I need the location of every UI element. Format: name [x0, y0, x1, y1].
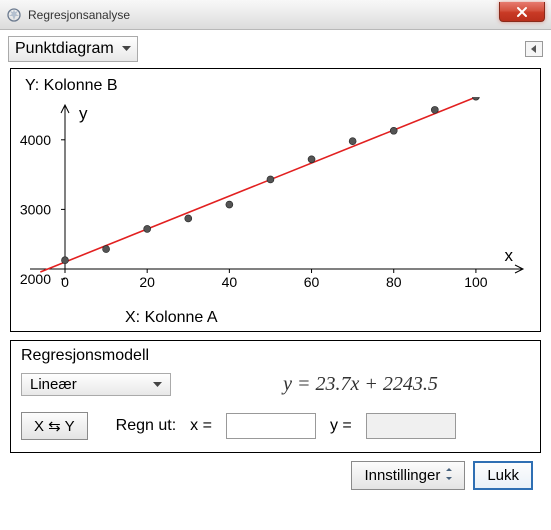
close-button[interactable]: Lukk: [473, 461, 533, 490]
x-equals-label: x =: [190, 417, 212, 435]
svg-text:0: 0: [61, 274, 69, 290]
svg-text:3000: 3000: [20, 201, 51, 217]
svg-text:40: 40: [222, 274, 238, 290]
chart-type-dropdown[interactable]: Punktdiagram: [8, 36, 138, 62]
settings-label: Innstillinger: [364, 467, 440, 484]
collapse-panel-button[interactable]: [525, 41, 543, 57]
window-title: Regresjonsanalyse: [28, 8, 130, 22]
regression-model-panel: Regresjonsmodell Lineær y = 23.7x + 2243…: [10, 340, 541, 453]
regression-type-value: Lineær: [30, 376, 77, 393]
y-equals-label: y =: [330, 417, 352, 435]
close-icon: [516, 6, 528, 18]
chevron-down-icon: [153, 382, 162, 388]
svg-text:y: y: [79, 104, 88, 123]
regression-equation: y = 23.7x + 2243.5: [191, 373, 530, 396]
regression-type-dropdown[interactable]: Lineær: [21, 373, 171, 396]
dialog-footer: Innstillinger Lukk: [8, 453, 543, 498]
settings-button[interactable]: Innstillinger: [351, 461, 465, 490]
x-axis-title: X: Kolonne A: [125, 309, 536, 327]
svg-text:100: 100: [464, 274, 488, 290]
content: Punktdiagram Y: Kolonne B 0 20 40 60 80 100 20…: [0, 30, 551, 506]
swap-xy-label: X ⇆ Y: [34, 417, 75, 435]
compute-label: Regn ut:: [116, 417, 176, 435]
triangle-left-icon: [529, 44, 539, 54]
swap-xy-button[interactable]: X ⇆ Y: [21, 412, 88, 440]
x-input[interactable]: [226, 413, 316, 439]
chevron-down-icon: [122, 46, 131, 52]
svg-text:60: 60: [304, 274, 320, 290]
y-axis-title: Y: Kolonne B: [25, 77, 536, 95]
chart-type-value: Punktdiagram: [15, 40, 114, 58]
svg-text:20: 20: [139, 274, 155, 290]
menu-indicator-icon: [446, 468, 452, 483]
close-label: Lukk: [487, 467, 519, 484]
svg-text:80: 80: [386, 274, 402, 290]
regression-model-title: Regresjonsmodell: [21, 347, 530, 365]
toolbar: Punktdiagram: [8, 36, 543, 62]
app-icon: [6, 7, 22, 23]
svg-text:2000: 2000: [20, 271, 51, 287]
chart-panel: Y: Kolonne B 020406080100200030004000yx …: [10, 68, 541, 332]
titlebar: Regresjonsanalyse: [0, 0, 551, 30]
svg-text:4000: 4000: [20, 132, 51, 148]
close-window-button[interactable]: [499, 2, 545, 22]
y-output: [366, 413, 456, 439]
svg-text:x: x: [505, 246, 514, 265]
scatter-chart: 0 20 40 60 80 100 2000 3000 4000 y x: [15, 97, 535, 307]
